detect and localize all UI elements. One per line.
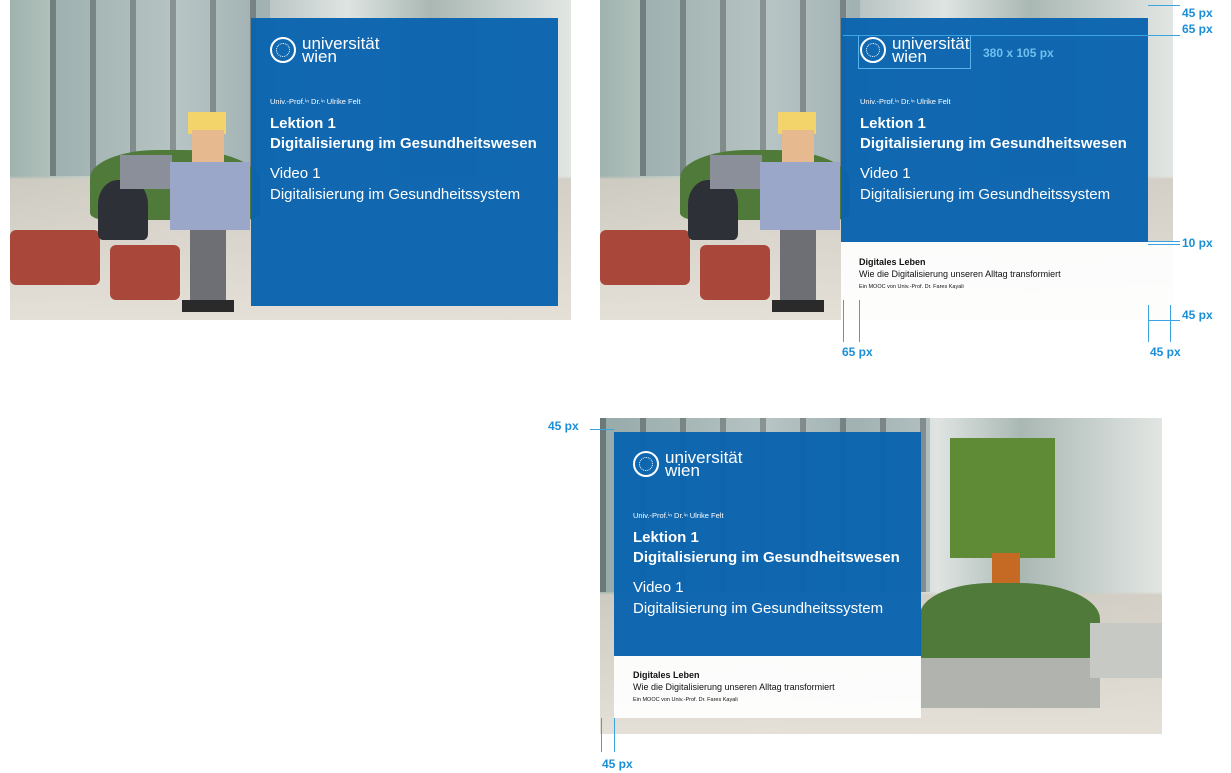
lektion-line1: Lektion 1 [860, 115, 926, 132]
lektion-line2: Digitalisierung im Gesundheitswesen [270, 135, 537, 152]
red-seat [600, 230, 690, 285]
university-logo: universität wien [270, 35, 379, 65]
title-card: universität wien Univ.-Prof.ⁱⁿ Dr.ⁱⁿ Ulr… [614, 432, 921, 656]
label-top-65: 65 px [1182, 22, 1213, 36]
concrete-planter [920, 658, 1100, 708]
label-right-45: 45 px [1182, 308, 1213, 322]
slide-frame-2: universität wien Univ.-Prof.ⁱⁿ Dr.ⁱⁿ Ulr… [600, 0, 1173, 320]
lektion-title: Lektion 1 Digitalisierung im Gesundheits… [633, 528, 900, 568]
avatar-body [170, 162, 250, 230]
concrete-planter [1090, 623, 1162, 678]
lektion-line2: Digitalisierung im Gesundheitswesen [633, 549, 900, 566]
label-frame3-bottom: 45 px [602, 757, 633, 771]
red-seat [10, 230, 100, 285]
label-frame3-top: 45 px [548, 419, 579, 433]
slide-frame-1: universität wien Univ.-Prof.ⁱⁿ Dr.ⁱⁿ Ulr… [10, 0, 571, 320]
slide-frame-3: universität wien Univ.-Prof.ⁱⁿ Dr.ⁱⁿ Ulr… [600, 418, 1162, 734]
label-top-45: 45 px [1182, 6, 1213, 20]
title-card: universität wien Univ.-Prof.ⁱⁿ Dr.ⁱⁿ Ulr… [251, 18, 558, 306]
video-line1: Video 1 [270, 165, 321, 182]
guide-vline-65a [843, 300, 844, 342]
course-subtitle: Wie die Digitalisierung unseren Alltag t… [859, 269, 1061, 279]
label-bottom-65: 65 px [842, 345, 873, 359]
course-title: Digitales Leben [633, 670, 700, 680]
pixel-tree-crown [950, 438, 1055, 558]
label-gap-10: 10 px [1182, 236, 1213, 250]
guide-vline-45b [1170, 305, 1171, 342]
professor-name: Univ.-Prof.ⁱⁿ Dr.ⁱⁿ Ulrike Felt [633, 511, 724, 520]
sitting-person [98, 180, 148, 240]
red-seat [110, 245, 180, 300]
video-title: Video 1 Digitalisierung im Gesundheitssy… [270, 163, 520, 205]
lektion-line2: Digitalisierung im Gesundheitswesen [860, 135, 1127, 152]
lektion-line1: Lektion 1 [633, 529, 699, 546]
video-line2: Digitalisierung im Gesundheitssystem [270, 186, 521, 203]
avatar-face [782, 130, 814, 162]
guide-line-top-45 [1148, 5, 1180, 6]
guide-line-gap-10 [1148, 241, 1180, 242]
avatar-legs [190, 230, 226, 302]
video-line1: Video 1 [860, 165, 911, 182]
course-subtitle: Wie die Digitalisierung unseren Alltag t… [633, 682, 835, 692]
lektion-title: Lektion 1 Digitalisierung im Gesundheits… [860, 114, 1127, 154]
guide-line-gap-10b [1148, 244, 1180, 245]
guide-line-top-65 [843, 35, 1180, 36]
university-seal-icon [270, 37, 296, 63]
avatar-shoes [182, 300, 234, 312]
guide-vline-frame3a [601, 718, 602, 752]
sitting-person [688, 180, 738, 240]
avatar-laptop [120, 155, 172, 189]
label-bottom-45: 45 px [1150, 345, 1181, 359]
guide-line-right-45 [1148, 320, 1180, 321]
university-logo: universität wien [633, 449, 742, 479]
guide-vline-65b [859, 300, 860, 342]
avatar-face [192, 130, 224, 162]
video-title: Video 1 Digitalisierung im Gesundheitssy… [860, 163, 1110, 205]
label-logo-size: 380 x 105 px [983, 46, 1054, 60]
red-seat [700, 245, 770, 300]
lektion-title: Lektion 1 Digitalisierung im Gesundheits… [270, 114, 537, 154]
guide-line-frame3-top [590, 429, 614, 430]
professor-name: Univ.-Prof.ⁱⁿ Dr.ⁱⁿ Ulrike Felt [860, 97, 951, 106]
video-line2: Digitalisierung im Gesundheitssystem [860, 186, 1111, 203]
course-band: Digitales Leben Wie die Digitalisierung … [614, 656, 921, 718]
avatar-body [760, 162, 840, 230]
avatar-laptop [710, 155, 762, 189]
course-credit: Ein MOOC von Univ.-Prof. Dr. Fares Kayal… [633, 697, 738, 703]
professor-name: Univ.-Prof.ⁱⁿ Dr.ⁱⁿ Ulrike Felt [270, 97, 361, 106]
video-line1: Video 1 [633, 579, 684, 596]
university-seal-icon [633, 451, 659, 477]
avatar-legs [780, 230, 816, 302]
lektion-line1: Lektion 1 [270, 115, 336, 132]
plant-bed [920, 583, 1100, 663]
course-credit: Ein MOOC von Univ.-Prof. Dr. Fares Kayal… [859, 284, 964, 290]
video-title: Video 1 Digitalisierung im Gesundheitssy… [633, 577, 883, 619]
avatar-shoes [772, 300, 824, 312]
course-band: Digitales Leben Wie die Digitalisierung … [841, 242, 1173, 320]
course-title: Digitales Leben [859, 257, 926, 267]
logo-size-outline [858, 35, 971, 69]
guide-vline-45a [1148, 305, 1149, 342]
video-line2: Digitalisierung im Gesundheitssystem [633, 600, 884, 617]
guide-vline-frame3b [614, 718, 615, 752]
